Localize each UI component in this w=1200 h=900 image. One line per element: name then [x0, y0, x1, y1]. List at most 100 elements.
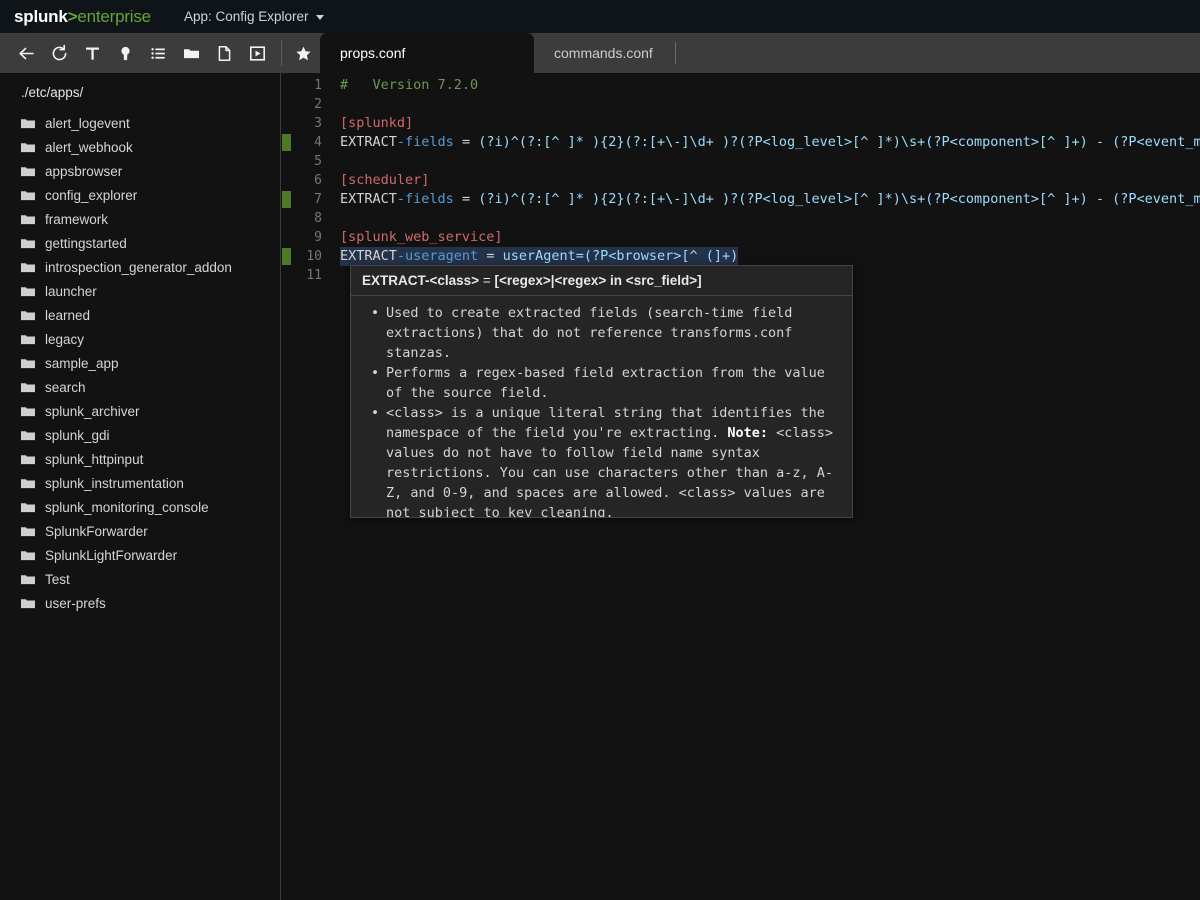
- list-button[interactable]: [142, 37, 175, 70]
- sidebar-item-user-prefs[interactable]: user-prefs: [0, 591, 280, 615]
- line-number: 6: [314, 173, 322, 188]
- file-browser-sidebar: ./etc/apps/ alert_logevent alert_webhook a…: [0, 73, 281, 900]
- top-brand-bar: splunk>enterprise App: Config Explorer: [0, 0, 1200, 33]
- line-number: 8: [314, 211, 322, 226]
- refresh-button[interactable]: [43, 37, 76, 70]
- code-line[interactable]: 2: [281, 95, 1200, 114]
- sidebar-item-test[interactable]: Test: [0, 567, 280, 591]
- code-line[interactable]: 5: [281, 152, 1200, 171]
- code-line[interactable]: 8: [281, 209, 1200, 228]
- folder-icon: [21, 262, 35, 272]
- folder-icon: [21, 406, 35, 416]
- code-line[interactable]: 7 EXTRACT-fields = (?i)^(?:[^ ]* ){2}(?:[…: [281, 190, 1200, 209]
- logo-text-secondary: enterprise: [77, 7, 151, 26]
- editor-toolbar: [0, 33, 320, 73]
- open-folder-button[interactable]: [175, 37, 208, 70]
- sidebar-item-learned[interactable]: learned: [0, 303, 280, 327]
- line-text-inner: # Version 7.2.0: [340, 77, 478, 93]
- file-icon: [218, 45, 231, 61]
- line-text-inner: EXTRACT-fields = (?i)^(?:[^ ]* ){2}(?:[+…: [340, 191, 1200, 207]
- logo-chevron: >: [67, 7, 78, 26]
- code-line[interactable]: 10 EXTRACT-useragent = userAgent=(?P<brow…: [281, 247, 1200, 266]
- play-box-icon: [249, 45, 265, 61]
- run-button[interactable]: [241, 37, 274, 70]
- sidebar-item-splunklightforwarder[interactable]: SplunkLightForwarder: [0, 543, 280, 567]
- sidebar-item-label: learned: [45, 307, 91, 323]
- list-icon: [151, 47, 165, 59]
- tooltip-title-part1: EXTRACT-<class>: [362, 273, 480, 288]
- code-token: =: [453, 191, 479, 207]
- line-text-inner: EXTRACT-useragent = userAgent=(?P<browse…: [340, 247, 739, 266]
- code-token: =: [478, 248, 503, 264]
- lightbulb-icon: [121, 46, 130, 60]
- sidebar-item-splunk-gdi[interactable]: splunk_gdi: [0, 423, 280, 447]
- hints-button[interactable]: [109, 37, 142, 70]
- sidebar-item-config-explorer[interactable]: config_explorer: [0, 183, 280, 207]
- code-token: [splunk_web_service]: [340, 229, 503, 245]
- code-token: -fields: [396, 134, 454, 150]
- app-selector-dropdown[interactable]: App: Config Explorer: [184, 9, 324, 24]
- tab-label: commands.conf: [554, 45, 653, 61]
- sidebar-item-label: search: [45, 379, 86, 395]
- sidebar-item-label: splunk_archiver: [45, 403, 140, 419]
- splunk-enterprise-logo[interactable]: splunk>enterprise: [14, 8, 151, 25]
- line-text: # Version 7.2.0: [336, 76, 1200, 95]
- sidebar-item-alert-webhook[interactable]: alert_webhook: [0, 135, 280, 159]
- line-text: [scheduler]: [336, 171, 1200, 190]
- tooltip-bullet: <class> is a unique literal string that …: [371, 403, 842, 517]
- sidebar-item-splunk-archiver[interactable]: splunk_archiver: [0, 399, 280, 423]
- folder-icon: [21, 454, 35, 464]
- tooltip-body: Used to create extracted fields (search-…: [351, 296, 852, 517]
- new-file-button[interactable]: [208, 37, 241, 70]
- sidebar-item-framework[interactable]: framework: [0, 207, 280, 231]
- star-icon: [296, 46, 311, 60]
- sidebar-item-splunk-httpinput[interactable]: splunk_httpinput: [0, 447, 280, 471]
- tab-divider: [674, 42, 676, 64]
- favorite-button[interactable]: [287, 37, 320, 70]
- folder-icon: [21, 478, 35, 488]
- back-button[interactable]: [10, 37, 43, 70]
- folder-icon: [21, 118, 35, 128]
- sidebar-item-legacy[interactable]: legacy: [0, 327, 280, 351]
- text-format-button[interactable]: [76, 37, 109, 70]
- code-line[interactable]: 1 # Version 7.2.0: [281, 76, 1200, 95]
- tab-props-conf[interactable]: props.conf: [320, 33, 534, 73]
- sidebar-item-gettingstarted[interactable]: gettingstarted: [0, 231, 280, 255]
- sidebar-file-list: alert_logevent alert_webhook appsbrowser co…: [0, 111, 280, 615]
- folder-icon: [21, 166, 35, 176]
- sidebar-item-sample-app[interactable]: sample_app: [0, 351, 280, 375]
- sidebar-path-title: ./etc/apps/: [21, 85, 84, 100]
- tooltip-title-part2: [<regex>|<regex> in <src_field>]: [494, 273, 702, 288]
- code-line[interactable]: 3 [splunkd]: [281, 114, 1200, 133]
- sidebar-item-launcher[interactable]: launcher: [0, 279, 280, 303]
- sidebar-item-label: introspection_generator_addon: [45, 259, 232, 275]
- line-number: 7: [314, 192, 322, 207]
- sidebar-item-label: gettingstarted: [45, 235, 127, 251]
- folder-icon: [21, 526, 35, 536]
- code-token: [splunkd]: [340, 115, 414, 131]
- code-token: -useragent: [396, 248, 479, 264]
- line-number: 2: [314, 97, 322, 112]
- tab-commands-conf[interactable]: commands.conf: [534, 33, 673, 73]
- code-line[interactable]: 4 EXTRACT-fields = (?i)^(?:[^ ]* ){2}(?:[…: [281, 133, 1200, 152]
- sidebar-item-appsbrowser[interactable]: appsbrowser: [0, 159, 280, 183]
- sidebar-item-splunkforwarder[interactable]: SplunkForwarder: [0, 519, 280, 543]
- main-body: ./etc/apps/ alert_logevent alert_webhook a…: [0, 73, 1200, 900]
- line-number: 1: [314, 78, 322, 93]
- folder-icon: [21, 574, 35, 584]
- code-line[interactable]: 6 [scheduler]: [281, 171, 1200, 190]
- folder-icon: [21, 550, 35, 560]
- line-number: 9: [314, 230, 322, 245]
- sidebar-item-search[interactable]: search: [0, 375, 280, 399]
- line-text-inner: [splunk_web_service]: [340, 229, 503, 245]
- code-token: EXTRACT: [340, 134, 397, 150]
- sidebar-item-splunk-monitoring-console[interactable]: splunk_monitoring_console: [0, 495, 280, 519]
- sidebar-item-introspection-generator-addon[interactable]: introspection_generator_addon: [0, 255, 280, 279]
- sidebar-item-splunk-instrumentation[interactable]: splunk_instrumentation: [0, 471, 280, 495]
- sidebar-item-alert-logevent[interactable]: alert_logevent: [0, 111, 280, 135]
- code-editor[interactable]: 1 # Version 7.2.0 2 3 [splunkd] 4 EXTRACT-fiel…: [281, 73, 1200, 900]
- tooltip-title-sep: =: [479, 273, 495, 288]
- folder-icon: [21, 214, 35, 224]
- code-line[interactable]: 9 [splunk_web_service]: [281, 228, 1200, 247]
- tooltip-bullet: Performs a regex-based field extraction …: [371, 363, 842, 403]
